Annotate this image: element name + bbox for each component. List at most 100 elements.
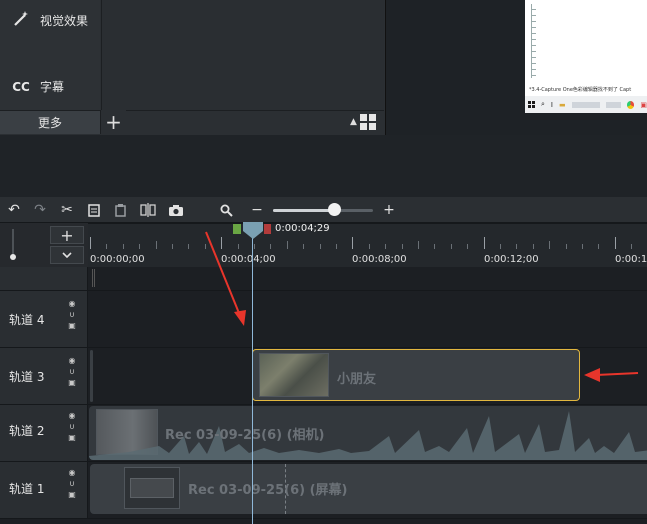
vertical-ruler	[531, 4, 536, 78]
lock-icon[interactable]: ▣	[68, 378, 76, 387]
track-lane[interactable]	[89, 291, 647, 347]
track-lane[interactable]: Rec 03-09-25(6) (相机)	[89, 405, 647, 461]
track-controls: ◉ ∪ ▣	[65, 468, 79, 499]
clip-edge	[92, 269, 95, 287]
ruler-label: 0:00:16	[615, 254, 647, 265]
ruler-tick	[368, 244, 370, 249]
track-2: 轨道 2 ◉ ∪ ▣ Rec 03-09-25(6) (相机)	[0, 405, 647, 462]
lock-icon[interactable]: ▣	[68, 321, 76, 330]
media-panel-footer	[126, 110, 384, 134]
zoom-slider-handle[interactable]	[328, 203, 341, 216]
ruler-tick	[155, 241, 157, 249]
zoom-in-button[interactable]: +	[379, 200, 399, 220]
ruler-label: 0:00:00;00	[90, 254, 145, 265]
split-icon[interactable]	[138, 200, 158, 220]
clip-camera[interactable]: Rec 03-09-25(6) (相机)	[89, 406, 647, 460]
undo-icon[interactable]: ↶	[4, 200, 24, 220]
track-controls: ◉ ∪ ▣	[65, 299, 79, 330]
paste-icon[interactable]	[110, 200, 130, 220]
annotation-arrow-icon	[205, 231, 246, 326]
track-3: 轨道 3 ◉ ∪ ▣ 小朋友	[0, 348, 647, 405]
triangle-up-icon: ▲	[350, 117, 357, 127]
track-header: 轨道 3 ◉ ∪ ▣	[0, 348, 88, 404]
timeline-tracks: 轨道 4 ◉ ∪ ▣ 轨道 3 ◉ ∪ ▣ 小朋友 轨道 2 ◉ ∪ ▣ Rec…	[0, 267, 647, 524]
zoom-slider-fill	[273, 209, 333, 212]
ruler-tick	[303, 244, 305, 249]
preview-taskbar: ⌕ I ▬ ▣	[525, 96, 647, 113]
clip-screen[interactable]: Rec 03-09-25(6) (屏幕)	[90, 464, 647, 514]
track-height-slider[interactable]	[10, 229, 16, 260]
ruler-tick	[90, 237, 91, 249]
clip-xiaopengyou[interactable]: 小朋友	[252, 349, 580, 401]
cursor-icon: I	[550, 100, 553, 109]
preview-screen-content: *3.4-Capture One色彩编辑器找不到了 Capt ⌕ I ▬ ▣	[525, 0, 647, 113]
ruler-tick	[172, 244, 173, 249]
ruler-tick	[582, 244, 583, 249]
track-lane[interactable]: Rec 03-09-25(6) (屏幕)	[89, 462, 647, 518]
ruler-tick	[352, 237, 354, 249]
copy-icon[interactable]	[84, 200, 104, 220]
track-name: 轨道 2	[9, 424, 45, 438]
ruler-tick	[450, 244, 452, 249]
magnet-icon[interactable]: ∪	[69, 367, 75, 376]
selection-end-handle[interactable]	[264, 224, 271, 234]
more-button[interactable]: 更多	[0, 110, 100, 134]
track-controls: ◉ ∪ ▣	[65, 356, 79, 387]
track-header: 轨道 1 ◉ ∪ ▣	[0, 462, 88, 518]
sidebar-item-label: 视觉效果	[40, 14, 89, 28]
track-controls: ◉ ∪ ▣	[65, 411, 79, 442]
zoom-out-button[interactable]: −	[247, 200, 267, 220]
time-ruler[interactable]: 0:00:00;00 0:00:04;00 0:00:08;00 0:00:12…	[88, 223, 647, 267]
eye-icon[interactable]: ◉	[69, 411, 76, 420]
chevron-down-icon[interactable]	[50, 246, 84, 264]
ruler-tick	[549, 241, 551, 249]
track-row-partial	[0, 267, 647, 291]
track-lane[interactable]: 小朋友	[89, 348, 647, 404]
camera-icon[interactable]	[166, 200, 186, 220]
ruler-tick	[286, 241, 288, 249]
sidebar-item-visual-effects[interactable]: 视觉效果	[10, 10, 88, 31]
eye-icon[interactable]: ◉	[69, 356, 76, 365]
eye-icon[interactable]: ◉	[69, 468, 76, 477]
ruler-tick	[500, 244, 501, 249]
ruler-tick	[106, 244, 108, 249]
clip-label: Rec 03-09-25(6) (相机)	[165, 428, 325, 443]
media-panel	[101, 0, 384, 110]
ruler-tick	[254, 244, 255, 249]
sidebar-item-captions[interactable]: cc 字幕	[10, 78, 64, 95]
magic-wand-icon	[10, 10, 32, 31]
ruler-tick	[418, 241, 419, 249]
ruler-tick	[565, 244, 567, 249]
magnet-icon[interactable]: ∪	[69, 310, 75, 319]
track-lane[interactable]	[89, 267, 647, 290]
redo-icon[interactable]: ↷	[30, 200, 50, 220]
track-header	[0, 267, 88, 290]
ruler-tick	[336, 244, 337, 249]
blurred-taskbar-item	[571, 101, 600, 108]
chrome-icon	[626, 100, 635, 109]
add-track-button[interactable]: +	[50, 226, 84, 245]
ruler-tick	[270, 244, 272, 249]
split-marker	[285, 464, 286, 514]
track-1: 轨道 1 ◉ ∪ ▣ Rec 03-09-25(6) (屏幕)	[0, 462, 647, 519]
zoom-slider-track[interactable]	[273, 209, 373, 212]
ruler-tick	[188, 244, 190, 249]
add-tool-button[interactable]: +	[100, 110, 126, 134]
track-name: 轨道 4	[9, 313, 45, 327]
cut-icon[interactable]: ✂	[57, 200, 77, 220]
magnet-icon[interactable]: ∪	[69, 422, 75, 431]
eye-icon[interactable]: ◉	[69, 299, 76, 308]
timeline-header-controls: +	[0, 223, 88, 267]
view-mode-button[interactable]: ▲	[350, 112, 384, 132]
zoom-search-icon	[216, 200, 236, 220]
magnet-icon[interactable]: ∪	[69, 479, 75, 488]
annotation-arrow-icon	[584, 368, 639, 382]
lock-icon[interactable]: ▣	[68, 433, 76, 442]
lock-icon[interactable]: ▣	[68, 490, 76, 499]
ruler-tick	[139, 244, 141, 249]
preview-caption-text: *3.4-Capture One色彩编辑器找不到了 Capt	[529, 87, 632, 93]
ruler-tick	[401, 244, 403, 249]
ruler-tick	[319, 244, 321, 249]
search-icon: ⌕	[541, 100, 545, 108]
track-header: 轨道 4 ◉ ∪ ▣	[0, 291, 88, 347]
